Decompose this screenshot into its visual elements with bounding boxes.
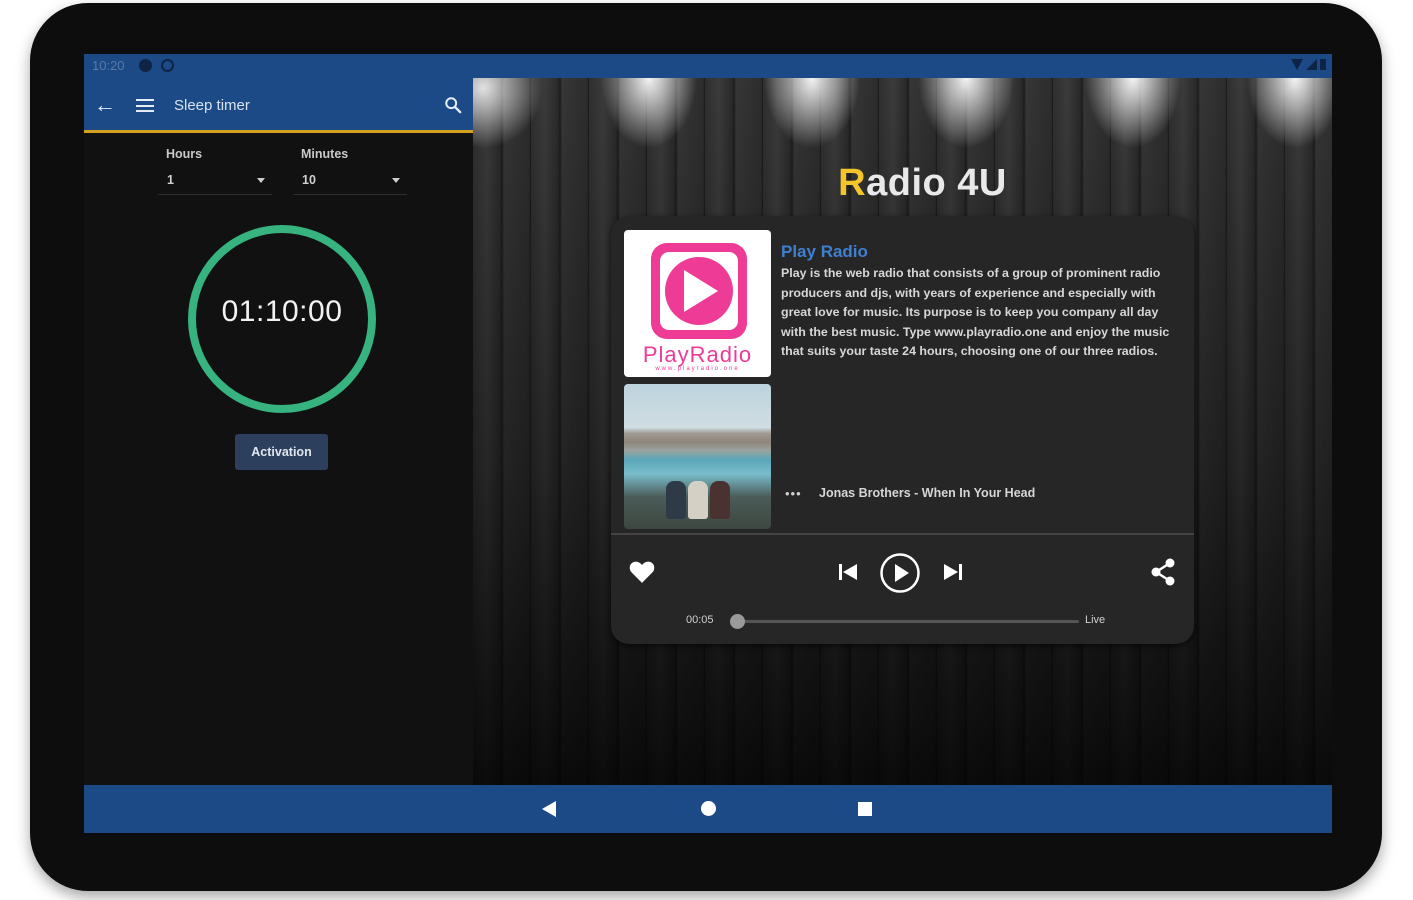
station-logo: PlayRadio www.playradio.one (624, 230, 771, 377)
system-icons (1291, 59, 1326, 70)
status-bar: 10:20 (84, 54, 1332, 78)
live-label: Live (1085, 614, 1106, 626)
navigation-bar (84, 785, 1332, 833)
skip-next-icon[interactable] (941, 561, 965, 583)
menu-icon[interactable] (136, 99, 154, 112)
signal-icon (1306, 59, 1317, 70)
battery-icon (1320, 59, 1326, 70)
minutes-value: 10 (302, 173, 316, 187)
hours-label: Hours (166, 147, 203, 161)
search-icon[interactable] (444, 95, 462, 115)
wifi-icon (1291, 59, 1303, 70)
album-art (624, 384, 771, 529)
hours-select[interactable]: 1 (158, 165, 272, 195)
app-bar: ← Sleep timer (84, 78, 473, 133)
hours-value: 1 (167, 173, 174, 187)
sync-icon (161, 59, 174, 72)
activation-button[interactable]: Activation (235, 434, 328, 470)
player-panel: Radio 4U PlayRadio www.playradio.one Pla… (473, 78, 1332, 785)
logo-url: www.playradio.one (655, 366, 740, 372)
station-name: Play Radio (781, 242, 868, 261)
nav-recents-icon[interactable] (858, 802, 872, 816)
divider (611, 533, 1194, 535)
back-arrow-icon[interactable]: ← (94, 94, 116, 116)
more-options-icon[interactable]: ••• (785, 486, 802, 501)
notification-icon (139, 59, 152, 72)
skip-previous-icon[interactable] (836, 561, 860, 583)
timer-countdown: 01:10:00 (221, 295, 343, 328)
station-card: PlayRadio www.playradio.one Play Radio P… (611, 216, 1194, 644)
status-time: 10:20 (92, 58, 125, 73)
minutes-select[interactable]: 10 (293, 165, 407, 195)
now-playing-track: Jonas Brothers - When In Your Head (819, 486, 1036, 500)
seek-thumb[interactable] (730, 614, 745, 629)
heart-icon[interactable] (629, 560, 655, 584)
elapsed-time: 00:05 (686, 614, 714, 626)
logo-text: PlayRadio (642, 342, 753, 367)
chevron-down-icon (392, 178, 400, 183)
nav-back-icon[interactable] (542, 801, 556, 817)
station-description: Play is the web radio that consists of a… (781, 266, 1170, 359)
chevron-down-icon (257, 178, 265, 183)
app-brand-title: Radio 4U (838, 162, 1007, 204)
nav-home-icon[interactable] (701, 801, 716, 816)
sleep-timer-panel: ← Sleep timer Hours 1 Minutes 10 01:10:0… (84, 78, 473, 785)
minutes-label: Minutes (301, 147, 349, 161)
seek-bar[interactable] (737, 620, 1079, 623)
device-screen: 10:20 ← Sleep timer Hours 1 Minutes 10 0… (84, 54, 1332, 833)
play-logo-icon (651, 243, 747, 339)
share-icon[interactable] (1149, 557, 1177, 587)
page-title: Sleep timer (174, 97, 250, 114)
play-icon[interactable] (879, 552, 921, 594)
